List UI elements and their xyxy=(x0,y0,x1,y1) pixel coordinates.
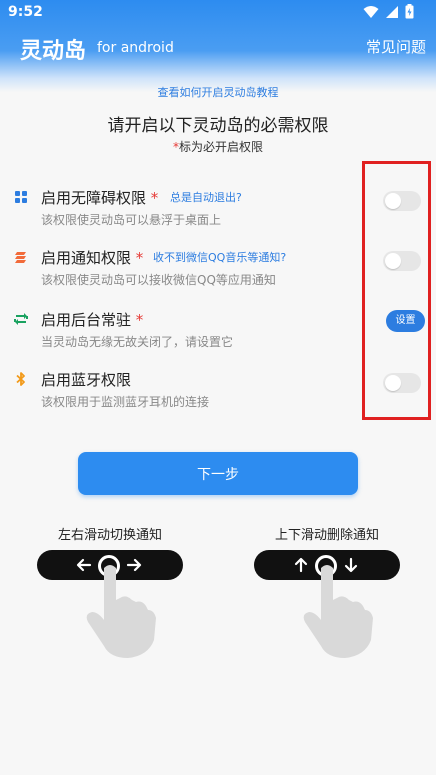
required-star: * xyxy=(150,189,159,207)
app-header: 9:52 灵动岛 for android 常见问题 xyxy=(0,0,436,92)
notification-help-link[interactable]: 收不到微信QQ音乐等通知? xyxy=(153,249,286,265)
permission-title-text: 启用后台常驻 xyxy=(41,311,132,329)
permission-title: 启用蓝牙权限 xyxy=(41,369,131,390)
accessibility-help-link[interactable]: 总是自动退出? xyxy=(170,189,242,205)
required-star: * xyxy=(135,249,144,267)
permission-title: 启用后台常驻 * xyxy=(41,309,143,330)
tutorial-link[interactable]: 查看如何开启灵动岛教程 xyxy=(0,84,436,100)
app-subtitle: for android xyxy=(97,40,174,56)
notification-stack-icon xyxy=(15,252,26,263)
permission-title: 启用通知权限 * xyxy=(41,247,143,268)
permission-description: 该权限用于监测蓝牙耳机的连接 xyxy=(41,395,210,409)
next-step-button[interactable]: 下一步 xyxy=(78,452,358,495)
app-title: 灵动岛 xyxy=(20,39,87,64)
status-icons xyxy=(363,4,414,19)
highlight-box xyxy=(362,161,431,420)
permission-description: 当灵动岛无缘无故关闭了，请设置它 xyxy=(41,335,234,349)
gesture-label-horizontal: 左右滑动切换通知 xyxy=(57,528,162,543)
permission-title-text: 启用通知权限 xyxy=(41,249,132,267)
bluetooth-icon xyxy=(16,372,25,386)
faq-link[interactable]: 常见问题 xyxy=(366,36,426,57)
battery-icon xyxy=(405,4,414,19)
page-title: 请开启以下灵动岛的必需权限 xyxy=(107,116,329,136)
status-bar: 9:52 xyxy=(0,0,436,24)
signal-icon xyxy=(386,5,398,18)
sync-icon xyxy=(14,313,28,325)
required-note: *标为必开启权限 xyxy=(0,138,436,155)
grid-icon xyxy=(15,191,27,203)
hand-icon xyxy=(303,565,373,658)
permission-title-text: 启用蓝牙权限 xyxy=(41,371,132,389)
required-star: * xyxy=(135,311,144,329)
wifi-icon xyxy=(363,5,379,18)
permission-description: 该权限使灵动岛可以悬浮于桌面上 xyxy=(41,213,222,227)
permission-description: 该权限使灵动岛可以接收微信QQ等应用通知 xyxy=(41,273,276,287)
gesture-label-vertical: 上下滑动删除通知 xyxy=(274,528,379,543)
status-time: 9:52 xyxy=(8,4,43,20)
hand-icon xyxy=(86,565,156,658)
required-note-text: 标为必开启权限 xyxy=(178,140,263,154)
permission-title: 启用无障碍权限 * xyxy=(41,187,158,208)
permission-title-text: 启用无障碍权限 xyxy=(41,189,147,207)
